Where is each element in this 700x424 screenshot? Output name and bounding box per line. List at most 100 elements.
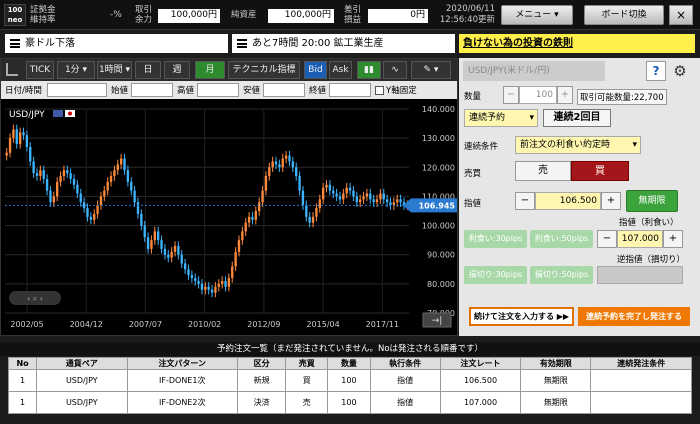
sl30-button[interactable]: 損切り:30pips [464, 266, 527, 284]
technical-select[interactable]: テクニカル指標 ▾ [228, 61, 300, 91]
candle [66, 170, 69, 174]
candle [52, 196, 55, 203]
candle [109, 176, 113, 182]
bid-button[interactable]: Bid [304, 61, 327, 79]
help-icon[interactable]: ? [646, 61, 666, 81]
tradable-qty: 取引可能数量:22,700 [577, 89, 667, 105]
candle [328, 184, 332, 191]
table-cell: 107.000 [439, 391, 522, 414]
price-plus[interactable]: + [601, 192, 621, 210]
ask-button[interactable]: Ask [329, 61, 352, 79]
order-panel: USD/JPY(米ドル/円) ? ⚙ 数量 − 100 + 取引可能数量:22,… [459, 58, 700, 336]
candle [311, 216, 315, 223]
qty-minus[interactable]: − [503, 86, 519, 104]
table-cell: 無期限 [520, 391, 592, 414]
news-link[interactable]: 負けない為の投資の鉄則 [459, 34, 695, 53]
sl-field[interactable] [597, 266, 683, 284]
buy-button[interactable]: 買 [571, 161, 629, 181]
tp-plus[interactable]: + [663, 230, 683, 248]
order-type-select[interactable]: 連続予約 ▾ [464, 109, 538, 127]
price-field[interactable]: 106.500 [535, 192, 601, 210]
chevron-down-icon: ▾ [554, 10, 559, 20]
day-button[interactable]: 日 [135, 61, 161, 79]
candle [153, 231, 156, 241]
x-tick-label: 2015/04 [306, 320, 339, 329]
x-tick-label: 2017/11 [366, 320, 399, 329]
candle [163, 248, 167, 255]
candle [49, 190, 52, 203]
tick-button[interactable]: TICK [26, 61, 54, 79]
candle [143, 225, 146, 238]
table-cell: USD/JPY [36, 369, 128, 392]
confirm-order-button[interactable]: 連続予約を完了し発注する [578, 307, 690, 326]
qty-field[interactable]: 100 [519, 86, 557, 104]
column-header: 区分 [236, 357, 287, 370]
price-chart[interactable]: 140.000130.000120.000110.000100.00090.00… [1, 99, 457, 335]
gear-icon[interactable]: ⚙ [670, 61, 690, 81]
x-tick-label: 2010/02 [188, 320, 221, 329]
month-button[interactable]: 月 [195, 61, 225, 79]
table-cell: 売 [285, 391, 329, 414]
column-header: 注文パターン [126, 357, 238, 370]
candle [399, 199, 402, 203]
week-button[interactable]: 週 [164, 61, 190, 79]
candle [258, 202, 261, 211]
candle [15, 129, 18, 144]
close-button[interactable]: × [669, 5, 693, 25]
pnl-label: 差引 損益 [344, 5, 362, 25]
tp-field[interactable]: 107.000 [617, 230, 663, 248]
candle [325, 184, 328, 188]
candle [244, 222, 247, 232]
account-bar: 100 neo 証拠金 維持率 -% 取引 余力 100,000円 純資産 10… [0, 0, 700, 30]
unlimited-button[interactable]: 無期限 [626, 190, 678, 212]
candle [190, 275, 194, 279]
line-chart-icon[interactable]: ∿ [383, 61, 407, 79]
candle [382, 193, 385, 200]
news-item-2[interactable]: あと7時間 20:00 鉱工業生産 [232, 34, 455, 53]
candle-icon[interactable] [6, 63, 18, 76]
pair-select[interactable]: USD/JPY(米ドル/円) [463, 61, 605, 81]
candle [32, 161, 35, 174]
candle [224, 280, 227, 287]
menu-button[interactable]: メニュー ▾ [501, 5, 573, 25]
sell-button[interactable]: 売 [515, 161, 571, 181]
continue-order-button[interactable]: 続けて注文を入力する ▶▶ [469, 307, 574, 326]
draw-tool-icon[interactable]: ✎ ▾ [411, 61, 451, 79]
chart-toolbar: TICK 1分 ▾ 1時間 ▾ 日 週 月 テクニカル指標 ▾ Bid Ask … [1, 59, 457, 91]
period-select-1[interactable]: 1分 ▾ [57, 61, 95, 79]
tp50-button[interactable]: 利食い:50pips [530, 230, 593, 248]
net-assets-label: 純資産 [231, 10, 257, 20]
candle [359, 199, 362, 203]
table-row[interactable]: 1 USD/JPY IF-DONE2次 決済売 100 指値 107.000 無期限 [7, 391, 692, 414]
low-label: 安値 [243, 86, 261, 96]
price-minus[interactable]: − [515, 192, 535, 210]
y-tick-label: 130.000 [422, 134, 455, 143]
cond-select[interactable]: 前注文の利食い約定時 ▾ [515, 136, 641, 154]
column-header: 有効期限 [520, 357, 592, 370]
news-item-1[interactable]: 豪ドル下落 [5, 34, 228, 53]
sl50-button[interactable]: 損切り:50pips [530, 266, 593, 284]
qty-label: 数量 [464, 92, 482, 102]
margin-rate-label: 証拠金 維持率 [30, 5, 56, 25]
qty-plus[interactable]: + [557, 86, 573, 104]
table-row[interactable]: 1 USD/JPY IF-DONE1次 新規買 100 指値 106.500 無期限 [7, 369, 692, 392]
tp-minus[interactable]: − [597, 230, 617, 248]
bar-chart-icon[interactable]: ▮▮ [357, 61, 381, 79]
candle [103, 190, 106, 197]
candle [214, 286, 217, 293]
chart-title: USD/JPY [9, 110, 45, 120]
period-select-2[interactable]: 1時間 ▾ [97, 61, 132, 79]
high-field [197, 83, 239, 97]
board-switch-button[interactable]: ボード切換 [584, 5, 664, 25]
candle [305, 205, 308, 217]
x-tick-label: 2007/07 [129, 320, 162, 329]
candle [291, 161, 295, 168]
close-icon: × [675, 8, 687, 22]
candle [271, 161, 274, 168]
yfix-checkbox[interactable]: Y軸固定 [375, 84, 417, 96]
column-header: 数量 [327, 357, 371, 370]
sl-label: 逆指値（損切り） [617, 255, 686, 265]
tp30-button[interactable]: 利食い:30pips [464, 230, 527, 248]
list-icon [237, 39, 247, 48]
candle [345, 187, 348, 194]
